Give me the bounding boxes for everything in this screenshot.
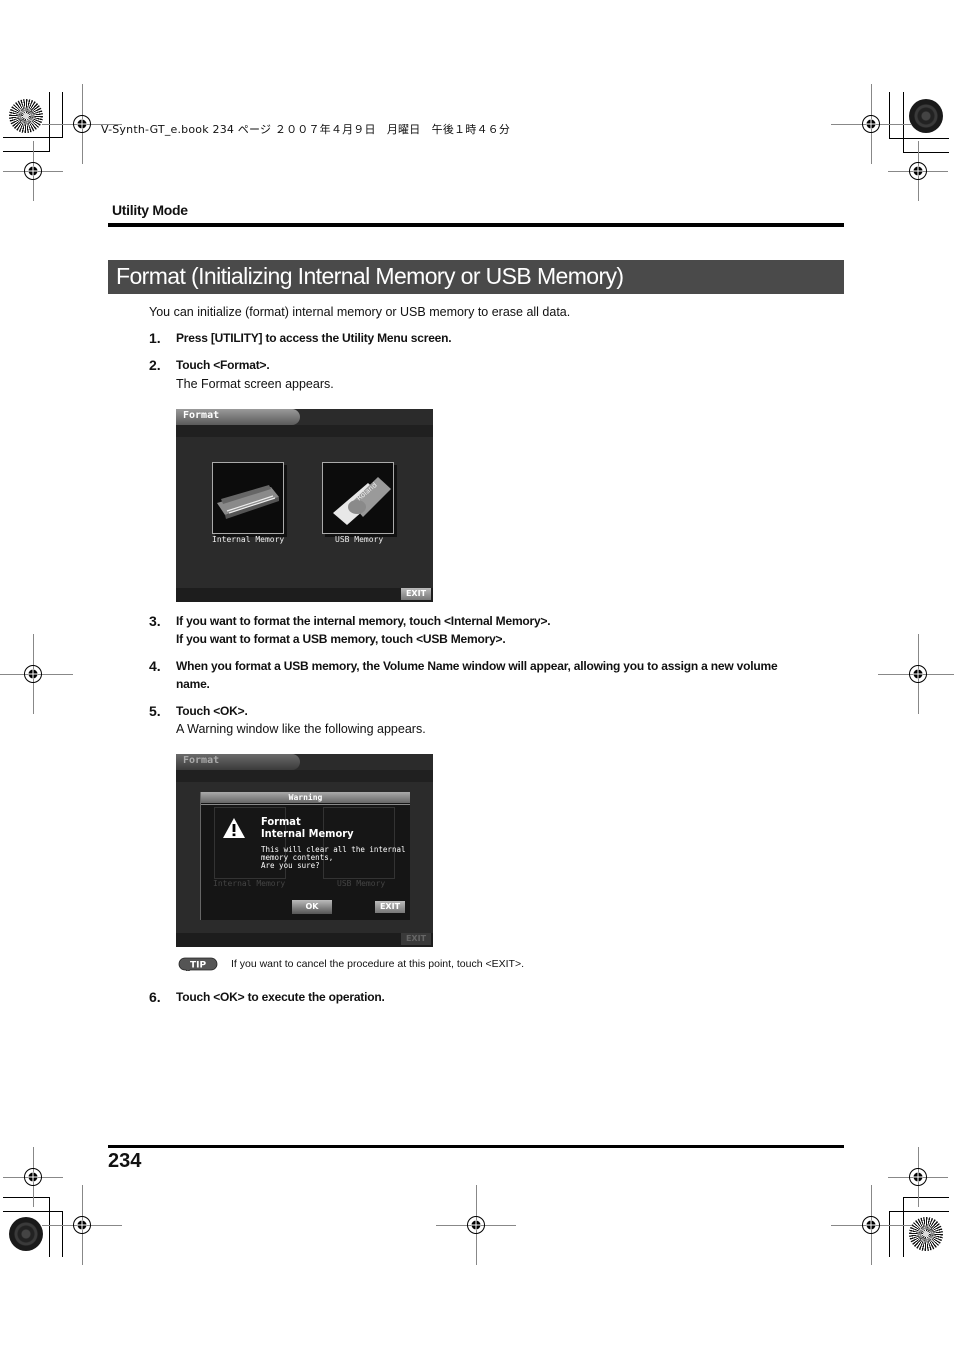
registration-target-icon bbox=[24, 1168, 42, 1186]
intro-text: You can initialize (format) internal mem… bbox=[149, 305, 571, 319]
crop-mark bbox=[889, 92, 890, 138]
dialog-divider bbox=[201, 804, 410, 805]
crop-mark bbox=[3, 1197, 49, 1198]
ghost-tile bbox=[323, 807, 395, 879]
screen-bottom-bar bbox=[176, 588, 433, 602]
internal-memory-label: Internal Memory bbox=[212, 535, 285, 544]
crop-mark bbox=[49, 92, 50, 152]
crop-mark bbox=[889, 1211, 949, 1212]
registration-target-icon bbox=[24, 162, 42, 180]
step-subtext: A Warning window like the following appe… bbox=[176, 722, 426, 736]
registration-target-icon bbox=[24, 665, 42, 683]
internal-memory-button[interactable] bbox=[212, 462, 284, 534]
screen-tab: Format bbox=[176, 409, 300, 425]
step-text: Touch <OK>. bbox=[176, 704, 248, 718]
usb-stick-icon: Roland bbox=[333, 477, 391, 525]
print-book-meta: V-Synth-GT_e.book 234 ページ ２００７年４月９日 月曜日 … bbox=[101, 123, 511, 136]
registration-target-icon bbox=[862, 1216, 880, 1234]
registration-target-icon bbox=[909, 162, 927, 180]
warning-triangle-icon bbox=[223, 818, 245, 838]
step-number: 5. bbox=[149, 703, 161, 719]
crop-mark bbox=[62, 1211, 63, 1257]
tip-badge-icon: TIP bbox=[178, 957, 218, 971]
step-text: When you format a USB memory, the Volume… bbox=[176, 659, 778, 673]
page-number: 234 bbox=[108, 1150, 142, 1172]
crop-mark bbox=[3, 137, 62, 138]
crop-mark bbox=[49, 1197, 50, 1257]
step-text-line2: name. bbox=[176, 677, 210, 691]
format-screen-screenshot: Format Internal Memory Roland USB Memory… bbox=[176, 409, 433, 602]
ghost-label: Internal Memory bbox=[213, 879, 286, 888]
warning-dialog: Warning Internal Memory USB Memory Forma… bbox=[200, 792, 410, 920]
dialog-title: Warning bbox=[201, 792, 410, 803]
warning-screen-screenshot: Format EXIT Warning Internal Memory USB … bbox=[176, 754, 433, 947]
step-text: Touch <Format>. bbox=[176, 358, 270, 372]
registration-star-icon bbox=[9, 1217, 43, 1251]
step-number: 2. bbox=[149, 357, 161, 373]
ok-button[interactable]: OK bbox=[292, 900, 332, 914]
registration-star-icon bbox=[909, 99, 943, 133]
screen-tab-title: Format bbox=[183, 755, 220, 766]
exit-button[interactable]: EXIT bbox=[401, 588, 431, 600]
step-number: 3. bbox=[149, 613, 161, 629]
crop-mark bbox=[889, 138, 949, 139]
ghost-label: USB Memory bbox=[337, 879, 386, 888]
step-text: If you want to format the internal memor… bbox=[176, 614, 551, 628]
registration-target-icon bbox=[73, 1216, 91, 1234]
screen-tab-title: Format bbox=[183, 410, 220, 421]
screen-header-band bbox=[176, 770, 433, 782]
tip-badge-label: TIP bbox=[190, 961, 206, 971]
registration-target-icon bbox=[909, 665, 927, 683]
screen-bottom-bar bbox=[176, 933, 433, 947]
step-number: 6. bbox=[149, 989, 161, 1005]
crop-mark bbox=[3, 151, 49, 152]
footer-rule bbox=[108, 1145, 844, 1148]
crop-mark bbox=[903, 152, 949, 153]
background-exit-button: EXIT bbox=[401, 933, 431, 945]
usb-memory-label: USB Memory bbox=[335, 535, 384, 544]
dialog-exit-button[interactable]: EXIT bbox=[375, 901, 405, 913]
step-text: Press [UTILITY] to access the Utility Me… bbox=[176, 331, 452, 345]
crop-mark bbox=[889, 1211, 890, 1257]
step-number: 4. bbox=[149, 658, 161, 674]
header-rule bbox=[108, 223, 844, 227]
crop-mark bbox=[903, 92, 904, 152]
registration-target-icon bbox=[862, 115, 880, 133]
crop-mark bbox=[903, 1197, 904, 1257]
step-text: Touch <OK> to execute the operation. bbox=[176, 990, 385, 1004]
screen-tab: Format bbox=[176, 754, 300, 770]
registration-target-icon bbox=[909, 1168, 927, 1186]
step-subtext: The Format screen appears. bbox=[176, 377, 334, 391]
registration-target-icon bbox=[73, 115, 91, 133]
crop-mark bbox=[903, 1197, 949, 1198]
running-head: Utility Mode bbox=[112, 202, 188, 218]
crop-mark bbox=[3, 1211, 62, 1212]
warning-message-3: Are you sure? bbox=[261, 861, 320, 870]
section-title: Format (Initializing Internal Memory or … bbox=[116, 263, 624, 289]
usb-memory-button[interactable]: Roland bbox=[322, 462, 394, 534]
crop-mark bbox=[62, 92, 63, 138]
keyboard-synth-icon bbox=[217, 485, 279, 519]
warning-heading-2: Internal Memory bbox=[261, 827, 354, 840]
registration-star-icon bbox=[9, 99, 43, 133]
registration-star-icon bbox=[909, 1217, 943, 1251]
tip-text: If you want to cancel the procedure at t… bbox=[231, 958, 525, 970]
step-number: 1. bbox=[149, 330, 161, 346]
registration-target-icon bbox=[467, 1216, 485, 1234]
step-text-line2: If you want to format a USB memory, touc… bbox=[176, 632, 506, 646]
section-title-bar: Format (Initializing Internal Memory or … bbox=[108, 260, 844, 294]
screen-header-band bbox=[176, 425, 433, 437]
